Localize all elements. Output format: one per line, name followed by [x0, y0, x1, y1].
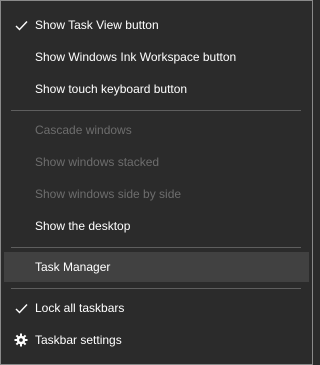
menu-item-task-manager[interactable]: Task Manager — [4, 252, 309, 282]
menu-separator — [11, 288, 301, 289]
checkmark-icon — [13, 293, 29, 323]
menu-item-lock-all-taskbars[interactable]: Lock all taskbars — [4, 293, 309, 323]
menu-item-cascade-windows: Cascade windows — [4, 115, 309, 145]
menu-item-label: Cascade windows — [35, 123, 132, 137]
taskbar-context-menu: Show Task View button Show Windows Ink W… — [0, 0, 313, 365]
menu-item-label: Show Windows Ink Workspace button — [35, 50, 237, 64]
menu-separator — [11, 247, 301, 248]
menu-item-show-touch-keyboard-button[interactable]: Show touch keyboard button — [4, 74, 309, 104]
menu-item-show-windows-side-by-side: Show windows side by side — [4, 179, 309, 209]
gear-icon — [13, 325, 29, 355]
menu-item-show-task-view-button[interactable]: Show Task View button — [4, 10, 309, 40]
checkmark-icon — [13, 10, 29, 40]
menu-separator — [11, 110, 301, 111]
menu-item-label: Show windows side by side — [35, 187, 182, 201]
menu-item-label: Taskbar settings — [35, 333, 122, 347]
menu-item-label: Task Manager — [35, 260, 111, 274]
menu-item-show-windows-ink-workspace-button[interactable]: Show Windows Ink Workspace button — [4, 42, 309, 72]
menu-item-label: Show Task View button — [35, 18, 159, 32]
menu-item-label: Show the desktop — [35, 219, 131, 233]
menu-item-taskbar-settings[interactable]: Taskbar settings — [4, 325, 309, 355]
menu-item-show-windows-stacked: Show windows stacked — [4, 147, 309, 177]
menu-item-show-the-desktop[interactable]: Show the desktop — [4, 211, 309, 241]
menu-item-label: Show windows stacked — [35, 155, 160, 169]
menu-item-label: Lock all taskbars — [35, 301, 125, 315]
menu-item-label: Show touch keyboard button — [35, 82, 188, 96]
